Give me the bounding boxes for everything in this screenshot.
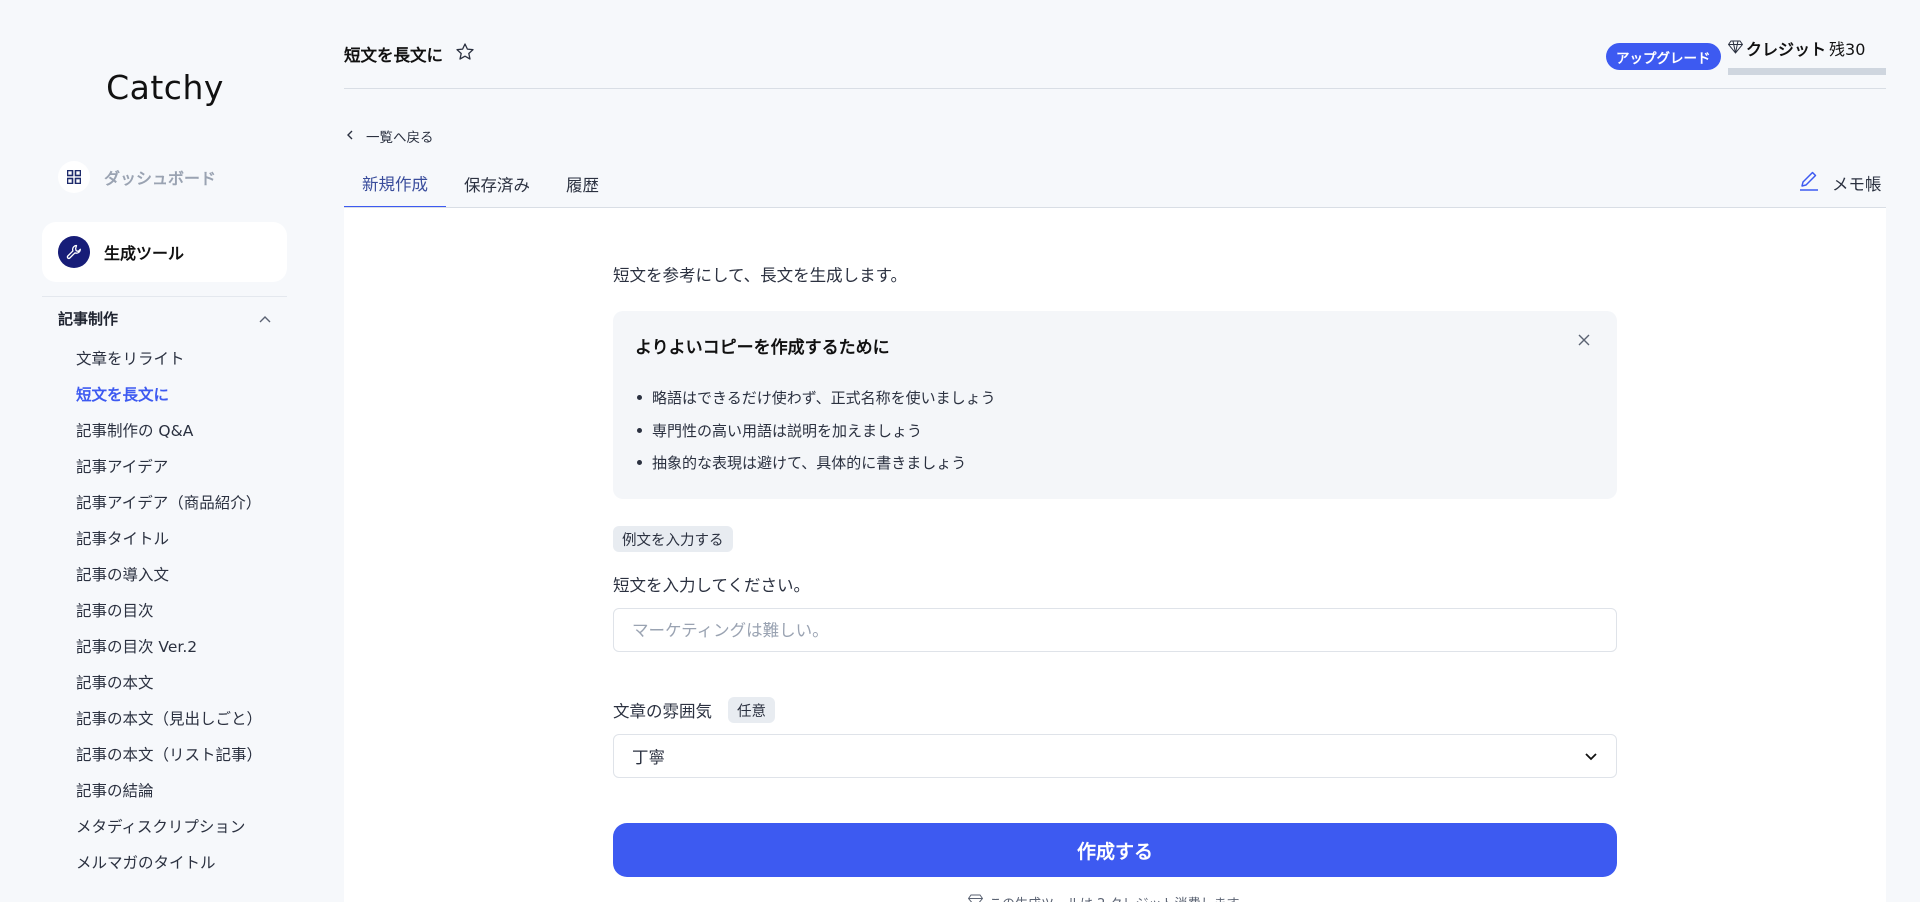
sidebar-item-body-list[interactable]: 記事の本文（リスト記事） xyxy=(76,742,262,778)
sidebar-item-qa[interactable]: 記事制作の Q&A xyxy=(76,418,262,454)
tip-text: 抽象的な表現は避けて、具体的に書きましょう xyxy=(652,454,967,472)
credit-label: クレジット xyxy=(1746,40,1827,59)
sidebar-item-rewrite[interactable]: 文章をリライト xyxy=(76,346,262,382)
sidebar-divider xyxy=(42,296,287,297)
sidebar-item-toc[interactable]: 記事の目次 xyxy=(76,598,262,634)
sidebar-item-short-to-long[interactable]: 短文を長文に xyxy=(76,382,262,418)
tab-history[interactable]: 履歴 xyxy=(548,160,617,208)
credit-progress-bar xyxy=(1728,68,1886,75)
mood-label: 文章の雰囲気 xyxy=(613,702,712,721)
sidebar-item-label: ダッシュボード xyxy=(104,169,217,188)
sidebar-item-tools[interactable]: 生成ツール xyxy=(42,222,287,282)
consume-note-text: この生成ツールは 2 クレジット消費します xyxy=(989,893,1240,902)
bullet-icon xyxy=(637,427,642,433)
sidebar-item-toc-v2[interactable]: 記事の目次 Ver.2 xyxy=(76,634,262,670)
memo-button[interactable]: メモ帳 xyxy=(1798,170,1882,196)
credit-remaining: 残30 xyxy=(1829,40,1866,59)
tip-text: 略語はできるだけ使わず、正式名称を使いましょう xyxy=(652,389,996,407)
list-item: 略語はできるだけ使わず、正式名称を使いましょう xyxy=(635,387,996,420)
memo-label: メモ帳 xyxy=(1832,175,1882,194)
short-text-input[interactable] xyxy=(613,608,1617,652)
sidebar-item-article-idea[interactable]: 記事アイデア xyxy=(76,454,262,490)
sidebar-item-body[interactable]: 記事の本文 xyxy=(76,670,262,706)
tips-title: よりよいコピーを作成するために xyxy=(635,338,890,358)
chevron-left-icon xyxy=(346,128,354,144)
tip-text: 専門性の高い用語は説明を加えましょう xyxy=(652,421,923,440)
page-title-text: 短文を長文に xyxy=(344,46,443,65)
sidebar-item-conclusion[interactable]: 記事の結論 xyxy=(76,778,262,814)
tool-description: 短文を参考にして、長文を生成します。 xyxy=(613,266,908,285)
sidebar-item-meta-description[interactable]: メタディスクリプション xyxy=(76,814,262,850)
upgrade-button[interactable]: アップグレード xyxy=(1606,43,1721,70)
sidebar-item-intro[interactable]: 記事の導入文 xyxy=(76,562,262,598)
credit-consume-note: この生成ツールは 2 クレジット消費します xyxy=(967,893,1240,902)
sidebar-item-body-heading[interactable]: 記事の本文（見出しごと） xyxy=(76,706,262,742)
pencil-icon xyxy=(1798,170,1820,196)
optional-badge: 任意 xyxy=(728,697,775,723)
header-divider xyxy=(344,88,1886,89)
tab-bar: 新規作成 保存済み 履歴 xyxy=(344,160,617,208)
diamond-icon xyxy=(967,894,984,902)
mood-selected-value: 丁寧 xyxy=(632,748,665,767)
bullet-icon xyxy=(637,460,642,465)
tab-new[interactable]: 新規作成 xyxy=(344,160,446,208)
app-logo[interactable]: Catchy xyxy=(0,68,330,107)
close-icon[interactable] xyxy=(1573,329,1595,351)
section-header-article[interactable]: 記事制作 xyxy=(58,306,272,330)
chevron-up-icon[interactable] xyxy=(258,309,272,328)
sidebar-item-newsletter-title[interactable]: メルマガのタイトル xyxy=(76,850,262,886)
sidebar-item-article-idea-product[interactable]: 記事アイデア（商品紹介） xyxy=(76,490,262,526)
sidebar-item-dashboard[interactable]: ダッシュボード xyxy=(58,160,216,194)
sidebar-item-label: 生成ツール xyxy=(104,244,185,263)
tips-list: 略語はできるだけ使わず、正式名称を使いましょう 専門性の高い用語は説明を加えまし… xyxy=(635,387,996,485)
list-item: 専門性の高い用語は説明を加えましょう xyxy=(635,420,996,453)
sidebar-sub-list: 文章をリライト 短文を長文に 記事制作の Q&A 記事アイデア 記事アイデア（商… xyxy=(76,346,262,886)
list-item: 抽象的な表現は避けて、具体的に書きましょう xyxy=(635,452,996,485)
create-button[interactable]: 作成する xyxy=(613,823,1617,877)
diamond-icon xyxy=(1727,39,1744,58)
back-to-list-link[interactable]: 一覧へ戻る xyxy=(346,126,434,146)
mood-field-header: 文章の雰囲気 任意 xyxy=(613,697,775,723)
page-title: 短文を長文に xyxy=(344,42,475,66)
wrench-icon xyxy=(58,236,90,268)
insert-example-button[interactable]: 例文を入力する xyxy=(613,526,733,552)
short-text-label: 短文を入力してください。 xyxy=(613,576,811,595)
tips-box: よりよいコピーを作成するために 略語はできるだけ使わず、正式名称を使いましょう … xyxy=(613,311,1617,499)
chevron-down-icon xyxy=(1584,747,1598,766)
tab-saved[interactable]: 保存済み xyxy=(446,160,548,208)
section-title: 記事制作 xyxy=(58,309,119,328)
credit-display: クレジット 残30 xyxy=(1727,36,1866,60)
tabs-divider xyxy=(344,207,1886,208)
star-icon[interactable] xyxy=(455,42,475,66)
bullet-icon xyxy=(637,395,642,400)
sidebar: Catchy ダッシュボード 生成ツール 記事制作 文章をリライト 短文を長文に xyxy=(0,0,330,902)
dashboard-grid-icon xyxy=(58,161,90,193)
mood-select[interactable]: 丁寧 xyxy=(613,734,1617,778)
sidebar-item-article-title[interactable]: 記事タイトル xyxy=(76,526,262,562)
back-label: 一覧へ戻る xyxy=(366,130,434,146)
